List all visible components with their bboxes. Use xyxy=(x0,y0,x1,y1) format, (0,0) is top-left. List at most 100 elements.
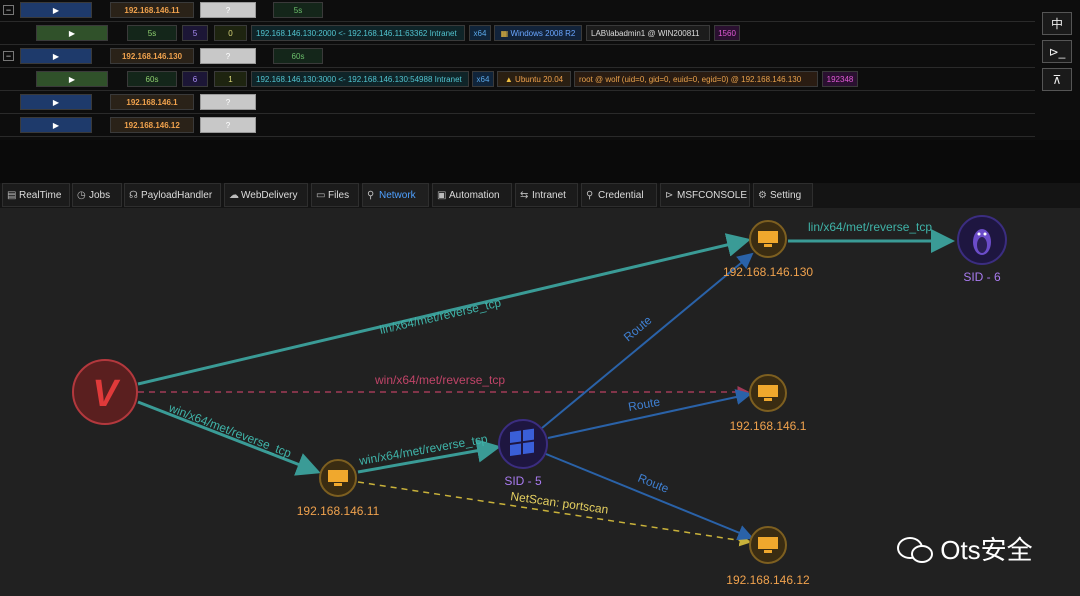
tab-bar: ▤ RealTime ◷ Jobs ☊ PayloadHandler ☁ WebDeli… xyxy=(0,183,1080,209)
monitor-icon xyxy=(328,470,348,482)
session-label: SID - 5 xyxy=(504,474,542,488)
folder-icon: ▭ xyxy=(316,190,326,201)
session-row[interactable]: ▶ 60s 6 1 192.168.146.130:3000 <- 192.16… xyxy=(0,69,1035,91)
tab-label: Intranet xyxy=(532,190,566,201)
host-row[interactable]: − ▶ 192.168.146.11 ? 5s xyxy=(0,0,1035,22)
session-label: SID - 6 xyxy=(963,270,1001,284)
tab-automation[interactable]: ▣ Automation xyxy=(432,183,512,207)
clock-icon: ◷ xyxy=(77,190,86,201)
session-row[interactable]: ▶ 5s 5 0 192.168.146.130:2000 <- 192.168… xyxy=(0,23,1035,45)
linux-penguin-icon xyxy=(973,229,991,255)
terminal-button[interactable]: ⊳_ xyxy=(1042,40,1072,63)
tab-label: Files xyxy=(328,190,350,201)
tab-files[interactable]: ▭ Files xyxy=(311,183,359,207)
play-icon[interactable]: ▶ xyxy=(20,2,92,18)
host-ip: 192.168.146.12 xyxy=(110,117,194,133)
collapse-toggle[interactable]: − xyxy=(3,51,14,61)
sleep: 5s xyxy=(127,25,177,41)
edge-label: win/x64/met/reverse_tcp xyxy=(357,432,489,469)
watermark-text: Ots安全 xyxy=(940,535,1033,565)
origin-node[interactable]: V xyxy=(72,359,138,425)
wechat-icon xyxy=(897,535,933,563)
os: ▲ Ubuntu 20.04 xyxy=(497,71,571,87)
session-node-5[interactable]: SID - 5 xyxy=(498,419,548,488)
arch: x64 xyxy=(472,71,494,87)
tab-label: Credential xyxy=(598,190,644,201)
edge-label: Route xyxy=(627,395,661,414)
edge-route-12 xyxy=(545,453,754,541)
tab-label: PayloadHandler xyxy=(141,190,213,201)
tab-payloadhandler[interactable]: ☊ PayloadHandler xyxy=(124,183,221,207)
edge-label: win/x64/met/reverse_tcp xyxy=(166,400,294,460)
interval: 5s xyxy=(273,2,323,18)
key-icon: ⚲ xyxy=(586,190,594,201)
count: 1 xyxy=(214,71,247,87)
monitor-icon xyxy=(758,385,778,397)
host-node-1[interactable]: 192.168.146.1 xyxy=(730,374,807,433)
tab-label: Jobs xyxy=(89,190,111,201)
linux-warning-icon: ▲ xyxy=(504,75,513,84)
tab-realtime[interactable]: ▤ RealTime xyxy=(2,183,70,207)
tab-setting[interactable]: ⚙ Setting xyxy=(753,183,813,207)
session-id: 5 xyxy=(182,25,208,41)
count: 0 xyxy=(214,25,247,41)
status-field: ? xyxy=(200,48,256,64)
windows-icon: ▦ xyxy=(500,29,509,38)
tab-msfconsole[interactable]: ⊳ MSFCONSOLE xyxy=(660,183,750,207)
list-icon: ▤ xyxy=(7,190,17,201)
connection: 192.168.146.130:3000 <- 192.168.146.130:… xyxy=(251,71,469,87)
connection: 192.168.146.130:2000 <- 192.168.146.11:6… xyxy=(251,25,465,41)
tab-credential[interactable]: ⚲ Credential xyxy=(581,183,657,207)
play-icon[interactable]: ▶ xyxy=(20,48,92,64)
session-table: − ▶ 192.168.146.11 ? 5s ▶ 5s 5 0 192.168… xyxy=(0,0,1080,140)
splitter xyxy=(0,140,1080,183)
host-ip: 192.168.146.11 xyxy=(110,2,194,18)
host-row[interactable]: − ▶ 192.168.146.130 ? 60s xyxy=(0,46,1035,68)
watermark: Ots安全 xyxy=(897,530,1033,567)
play-icon[interactable]: ▶ xyxy=(20,94,92,110)
edge-label: lin/x64/met/reverse_tcp xyxy=(378,295,502,337)
session-node-6[interactable]: SID - 6 xyxy=(957,215,1007,284)
sleep: 60s xyxy=(127,71,177,87)
host-node-130[interactable]: 192.168.146.130 xyxy=(723,220,813,279)
language-button[interactable]: 中 xyxy=(1042,12,1072,35)
user: LAB\labadmin1 @ WIN200811 xyxy=(586,25,710,41)
host-label: 192.168.146.1 xyxy=(730,419,807,433)
play-icon[interactable]: ▶ xyxy=(36,25,108,41)
host-label: 192.168.146.11 xyxy=(297,504,380,518)
edge-netscan xyxy=(357,481,752,547)
tab-label: Network xyxy=(379,190,416,201)
interval: 60s xyxy=(273,48,323,64)
collapse-toggle[interactable]: − xyxy=(3,5,14,15)
session-id: 6 xyxy=(182,71,208,87)
terminal-icon: ⊳ xyxy=(665,190,674,201)
host-label: 192.168.146.12 xyxy=(726,573,810,587)
host-row[interactable]: ▶ 192.168.146.1 ? xyxy=(0,92,1035,114)
tab-label: Automation xyxy=(449,190,500,201)
play-icon[interactable]: ▶ xyxy=(36,71,108,87)
tab-jobs[interactable]: ◷ Jobs xyxy=(72,183,122,207)
monitor-icon xyxy=(758,231,778,243)
tab-label: RealTime xyxy=(19,190,62,201)
host-row[interactable]: ▶ 192.168.146.12 ? xyxy=(0,115,1035,137)
tab-webdelivery[interactable]: ☁ WebDelivery xyxy=(224,183,308,207)
arch: x64 xyxy=(469,25,491,41)
tab-network[interactable]: ⚲ Network xyxy=(362,183,429,207)
status-field: ? xyxy=(200,117,256,133)
monitor-icon xyxy=(758,537,778,549)
network-icon: ⚲ xyxy=(367,190,375,201)
host-label: 192.168.146.130 xyxy=(723,265,813,279)
tab-label: WebDelivery xyxy=(241,190,298,201)
tab-intranet[interactable]: ⇆ Intranet xyxy=(515,183,578,207)
pid: 192348 xyxy=(822,71,858,87)
pid: 1560 xyxy=(714,25,740,41)
intranet-icon: ⇆ xyxy=(520,190,529,201)
network-view-button[interactable]: ⊼ xyxy=(1042,68,1072,91)
tab-label: MSFCONSOLE xyxy=(677,190,748,201)
status-field: ? xyxy=(200,94,256,110)
user: root @ wolf (uid=0, gid=0, euid=0, egid=… xyxy=(574,71,818,87)
host-node-12[interactable]: 192.168.146.12 xyxy=(726,526,810,587)
headset-icon: ☊ xyxy=(129,190,138,201)
play-icon[interactable]: ▶ xyxy=(20,117,92,133)
gear-icon: ⚙ xyxy=(758,190,767,201)
